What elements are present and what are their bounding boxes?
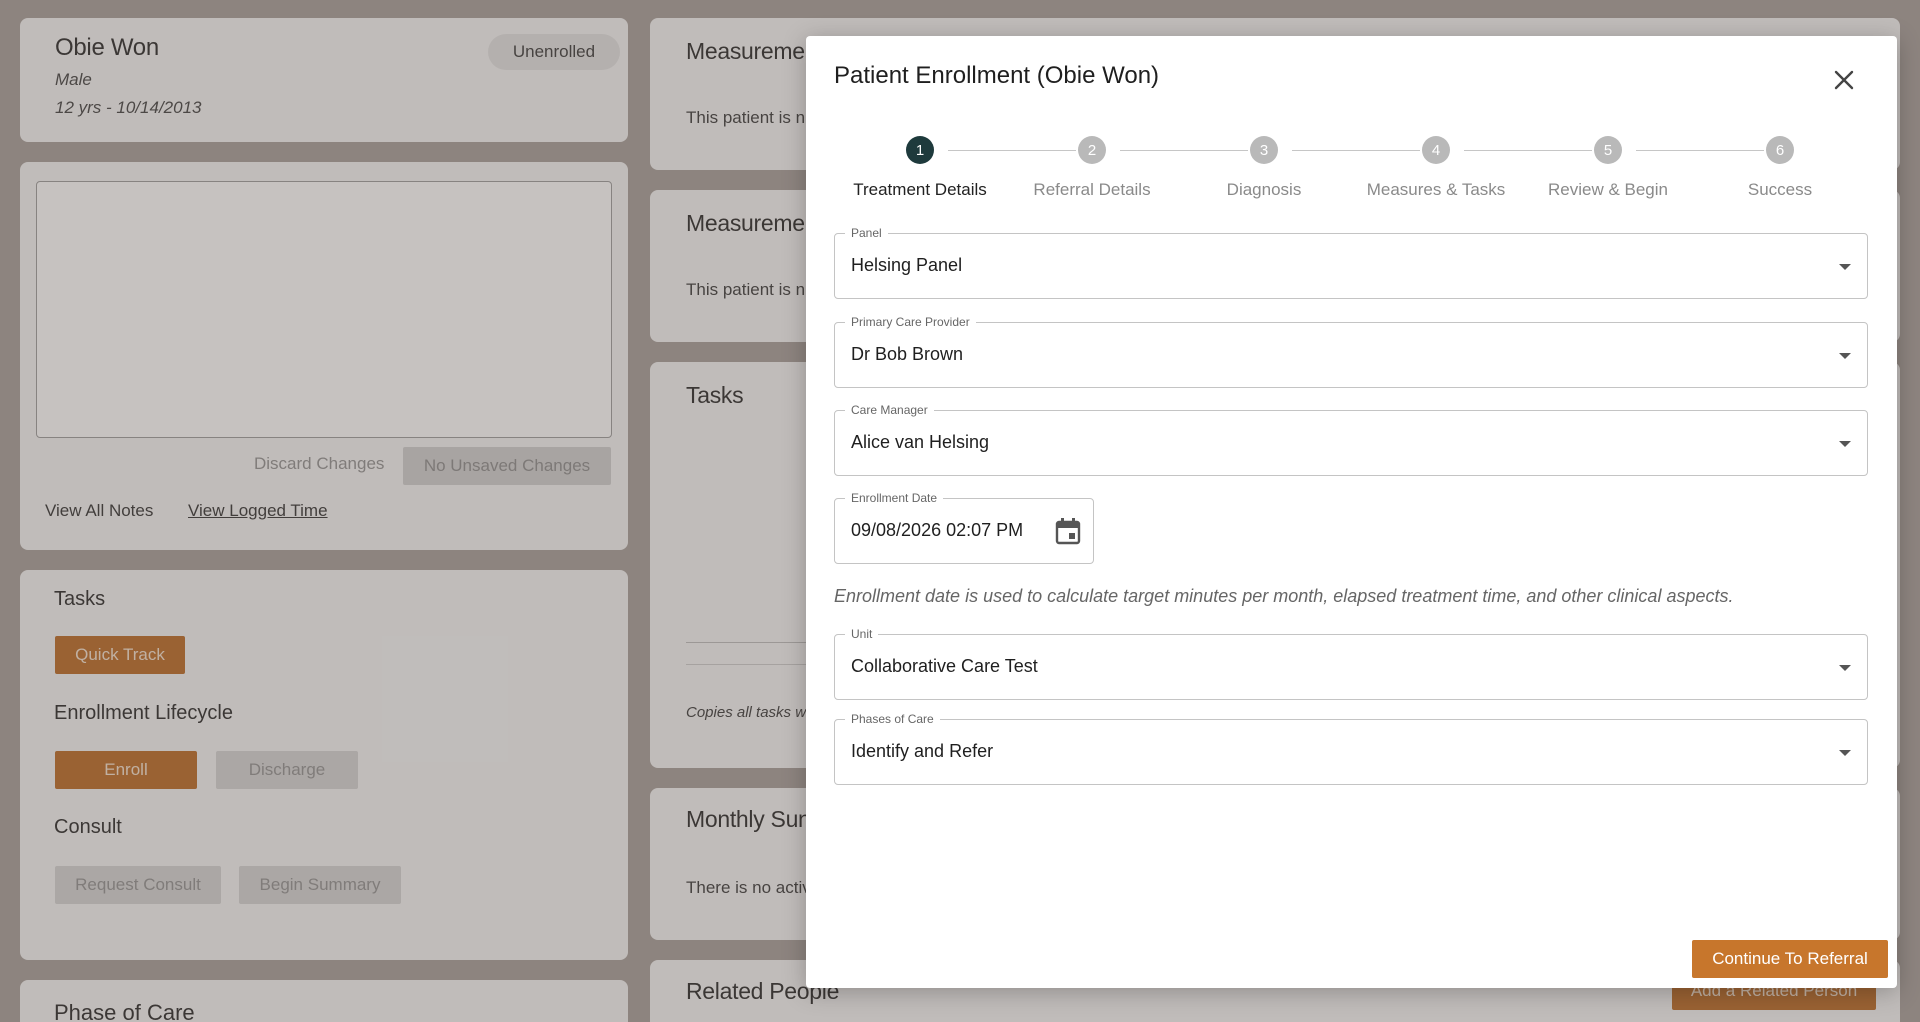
step-referral-details[interactable]: 2 Referral Details bbox=[1006, 136, 1178, 200]
enrollment-date-value: 09/08/2026 02:07 PM bbox=[851, 520, 1024, 540]
care-manager-select[interactable]: Care Manager Alice van Helsing bbox=[834, 402, 1868, 476]
step-number: 5 bbox=[1594, 136, 1622, 164]
step-label: Review & Begin bbox=[1547, 180, 1668, 199]
enrollment-date-field[interactable]: Enrollment Date 09/08/2026 02:07 PM bbox=[834, 490, 1094, 564]
step-number: 4 bbox=[1422, 136, 1450, 164]
panel-label: Panel bbox=[845, 225, 888, 241]
dropdown-caret-icon bbox=[1839, 441, 1851, 447]
panel-value: Helsing Panel bbox=[851, 255, 963, 275]
primary-care-provider-select[interactable]: Primary Care Provider Dr Bob Brown bbox=[834, 314, 1868, 388]
step-number: 3 bbox=[1250, 136, 1278, 164]
phases-of-care-select[interactable]: Phases of Care Identify and Refer bbox=[834, 711, 1868, 785]
dropdown-caret-icon bbox=[1839, 665, 1851, 671]
enrollment-date-hint: Enrollment date is used to calculate tar… bbox=[834, 586, 1734, 606]
unit-label: Unit bbox=[845, 626, 879, 642]
close-icon[interactable] bbox=[1828, 64, 1860, 96]
calendar-icon[interactable] bbox=[1055, 517, 1081, 545]
care-manager-label: Care Manager bbox=[845, 402, 934, 418]
step-number: 2 bbox=[1078, 136, 1106, 164]
step-number: 1 bbox=[906, 136, 934, 164]
step-label: Success bbox=[1747, 180, 1813, 199]
step-diagnosis[interactable]: 3 Diagnosis bbox=[1178, 136, 1350, 200]
step-label: Measures & Tasks bbox=[1366, 180, 1506, 199]
step-label: Diagnosis bbox=[1226, 180, 1302, 199]
care-manager-value: Alice van Helsing bbox=[851, 432, 990, 452]
dropdown-caret-icon bbox=[1839, 264, 1851, 270]
step-measures-tasks[interactable]: 4 Measures & Tasks bbox=[1350, 136, 1522, 200]
step-treatment-details[interactable]: 1 Treatment Details bbox=[834, 136, 1006, 200]
step-label: Referral Details bbox=[1033, 180, 1151, 199]
phases-of-care-label: Phases of Care bbox=[845, 711, 940, 727]
pcp-value: Dr Bob Brown bbox=[851, 344, 964, 364]
step-success[interactable]: 6 Success bbox=[1694, 136, 1866, 200]
enrollment-stepper: 1 Treatment Details 2 Referral Details 3… bbox=[834, 136, 1874, 216]
dropdown-caret-icon bbox=[1839, 353, 1851, 359]
unit-value: Collaborative Care Test bbox=[851, 656, 1038, 676]
continue-to-referral-button[interactable]: Continue To Referral bbox=[1692, 940, 1888, 978]
step-review-begin[interactable]: 5 Review & Begin bbox=[1522, 136, 1694, 200]
dropdown-caret-icon bbox=[1839, 750, 1851, 756]
step-number: 6 bbox=[1766, 136, 1794, 164]
modal-title: Patient Enrollment (Obie Won) bbox=[834, 62, 1160, 89]
enrollment-date-label: Enrollment Date bbox=[845, 490, 944, 506]
pcp-label: Primary Care Provider bbox=[845, 314, 976, 330]
phases-of-care-value: Identify and Refer bbox=[851, 741, 994, 761]
panel-select[interactable]: Panel Helsing Panel bbox=[834, 225, 1868, 299]
enrollment-modal: Patient Enrollment (Obie Won) 1 Treatmen… bbox=[806, 36, 1897, 988]
unit-select[interactable]: Unit Collaborative Care Test bbox=[834, 626, 1868, 700]
step-label: Treatment Details bbox=[853, 180, 987, 199]
